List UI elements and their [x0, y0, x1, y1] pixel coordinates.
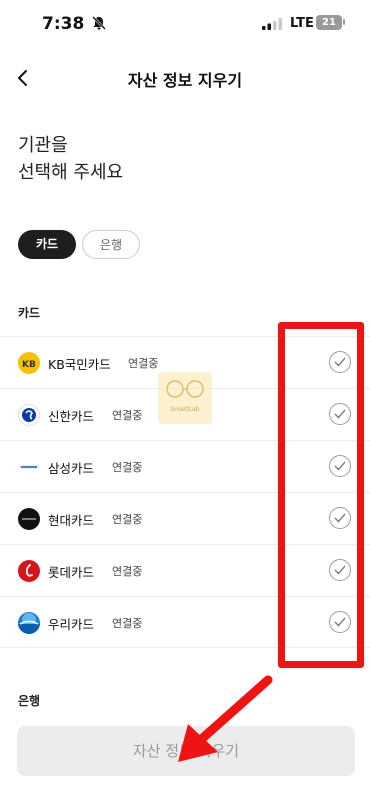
connection-status: 연결중 [112, 409, 143, 422]
lotte-card-logo [18, 560, 40, 582]
battery-icon: 21 [316, 15, 342, 30]
connection-status: 연결중 [112, 461, 143, 474]
card-name: 현대카드 [48, 513, 95, 528]
svg-text:KB: KB [22, 360, 36, 370]
connection-status: 연결중 [112, 513, 143, 526]
card-name: 신한카드 [48, 409, 95, 424]
hyundai-card-logo [18, 508, 40, 530]
headline-line-1: 기관을 [18, 135, 68, 156]
annotation-arrow-icon [178, 675, 273, 762]
watermark-text: SmartLab [170, 406, 200, 413]
battery-tip [343, 19, 345, 25]
instruction-headline: 기관을 선택해 주세요 [18, 132, 123, 186]
status-bar: 7:38 LTE 21 [0, 0, 370, 50]
connection-status: 연결중 [128, 357, 159, 370]
chip-bank[interactable]: 은행 [82, 230, 140, 259]
section-title-bank: 은행 [18, 694, 41, 708]
kb-card-logo: KB [18, 352, 40, 374]
header: 자산 정보 지우기 [0, 56, 370, 100]
connection-status: 연결중 [112, 617, 143, 630]
status-time: 7:38 [42, 14, 85, 34]
watermark-logo: SmartLab [158, 372, 212, 424]
card-name: 롯데카드 [48, 565, 95, 580]
samsung-card-logo [18, 456, 40, 478]
bell-muted-icon [92, 16, 106, 30]
shinhan-card-logo [18, 404, 40, 426]
card-name: 우리카드 [48, 617, 95, 632]
card-name: KB국민카드 [48, 357, 111, 372]
page-title: 자산 정보 지우기 [127, 71, 243, 90]
glasses-icon [166, 380, 204, 398]
chip-card[interactable]: 카드 [18, 230, 76, 259]
card-name: 삼성카드 [48, 461, 95, 476]
annotation-highlight-box [278, 322, 364, 668]
headline-line-2: 선택해 주세요 [18, 162, 124, 183]
section-title-cards: 카드 [18, 306, 41, 320]
network-type: LTE [290, 16, 314, 31]
connection-status: 연결중 [112, 565, 143, 578]
cellular-signal-icon [262, 18, 282, 30]
woori-card-logo [18, 612, 40, 634]
